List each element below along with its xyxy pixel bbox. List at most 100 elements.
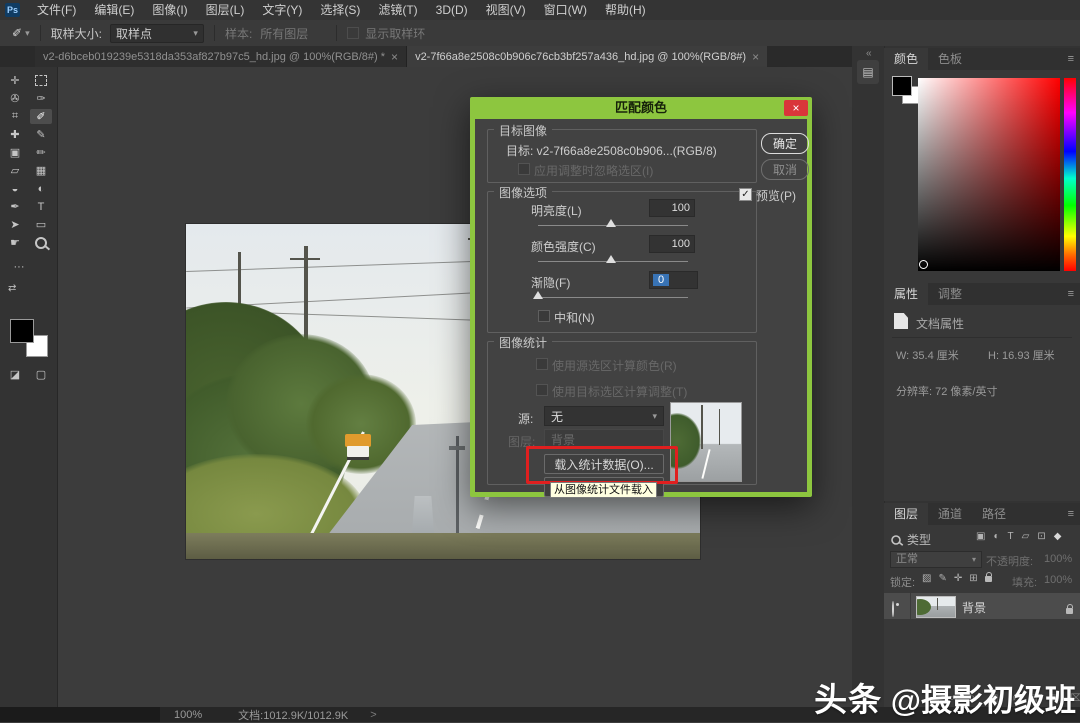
brush-tool[interactable]: ✎ — [30, 127, 52, 142]
hue-slider[interactable] — [1064, 78, 1076, 271]
tab-layers[interactable]: 图层 — [884, 503, 928, 525]
color-intensity-value-field[interactable]: 100 — [649, 235, 695, 253]
layer-visibility-eye-icon[interactable] — [892, 601, 894, 617]
tab-paths[interactable]: 路径 — [972, 503, 1016, 525]
fade-slider-track[interactable] — [538, 297, 688, 298]
menu-item-help[interactable]: 帮助(H) — [596, 0, 655, 20]
filter-smart-object-icon[interactable]: ⊡ — [1037, 531, 1045, 542]
dialog-close-button[interactable]: × — [784, 100, 808, 116]
luminance-value-field[interactable]: 100 — [649, 199, 695, 217]
foreground-color-swatch[interactable] — [10, 319, 34, 343]
lock-all-icon[interactable] — [985, 576, 992, 582]
clone-stamp-tool[interactable]: ▣ — [4, 145, 26, 160]
pole-crossarm — [290, 258, 320, 260]
preview-label: 预览(P) — [756, 187, 796, 204]
status-chevron-icon[interactable]: > — [370, 709, 376, 721]
path-selection-tool[interactable]: ➤ — [4, 217, 26, 232]
edit-toolbar-button[interactable]: ··· — [4, 259, 34, 274]
tab-channels[interactable]: 通道 — [928, 503, 972, 525]
menu-item-select[interactable]: 选择(S) — [311, 0, 369, 20]
menu-item-window[interactable]: 窗口(W) — [535, 0, 596, 20]
sample-size-dropdown[interactable]: 取样点 ▾ — [110, 24, 204, 43]
filter-type-dropdown[interactable]: 类型 — [907, 531, 931, 548]
sample-size-label: 取样大小: — [51, 25, 102, 42]
lock-artboard-icon[interactable]: ⊞ — [969, 573, 977, 584]
fade-slider-thumb[interactable] — [533, 291, 543, 299]
cancel-button[interactable]: 取消 — [761, 159, 809, 180]
menu-item-image[interactable]: 图像(I) — [143, 0, 196, 20]
luminance-slider-thumb[interactable] — [606, 219, 616, 227]
filter-toggle-icon[interactable]: ◆ — [1054, 531, 1062, 542]
menu-item-file[interactable]: 文件(F) — [28, 0, 85, 20]
menu-item-edit[interactable]: 编辑(E) — [85, 0, 143, 20]
panel-menu-icon[interactable]: ≡ — [1068, 508, 1074, 520]
lasso-tool[interactable]: ✇ — [4, 91, 26, 106]
zoom-level[interactable]: 100% — [174, 709, 202, 721]
hand-tool[interactable]: ☛ — [4, 235, 26, 250]
collapse-dock-icon[interactable]: « — [866, 48, 872, 59]
neutralize-checkbox[interactable] — [538, 310, 550, 322]
thumbnail-pole — [719, 409, 720, 445]
gradient-tool[interactable]: ▦ — [30, 163, 52, 178]
lock-transparent-icon[interactable]: ▨ — [922, 573, 931, 584]
tab-color[interactable]: 颜色 — [884, 48, 928, 70]
filter-adjustment-icon[interactable]: ◐ — [993, 531, 999, 542]
menu-item-type[interactable]: 文字(Y) — [253, 0, 311, 20]
healing-brush-tool[interactable]: ✚ — [4, 127, 26, 142]
screen-mode-button[interactable]: ▢ — [30, 367, 52, 382]
swap-colors-icon[interactable]: ⇄ — [8, 283, 16, 294]
filter-search-icon — [891, 535, 901, 545]
type-tool[interactable]: T — [30, 199, 52, 214]
eyedropper-icon: ✐ — [36, 110, 45, 123]
menu-item-view[interactable]: 视图(V) — [477, 0, 535, 20]
menu-item-3d[interactable]: 3D(D) — [427, 0, 477, 20]
filter-pixel-icon[interactable]: ▣ — [976, 531, 985, 542]
panel-foreground-swatch[interactable] — [892, 76, 912, 96]
ignore-selection-checkbox — [518, 163, 530, 175]
quick-mask-button[interactable]: ◪ — [4, 367, 26, 382]
close-tab-icon[interactable]: × — [752, 51, 759, 63]
layer-thumbnail[interactable] — [916, 596, 956, 618]
menu-item-layer[interactable]: 图层(L) — [197, 0, 254, 20]
source-dropdown[interactable]: 无 ▾ — [544, 406, 664, 426]
layer-filter-row: 类型 — [890, 531, 931, 548]
crop-tool[interactable]: ⌗ — [4, 109, 26, 124]
quick-selection-tool[interactable]: ✑ — [30, 91, 52, 106]
document-tab-1[interactable]: v2-d6bceb019239e5318da353af827b97c5_hd.j… — [35, 46, 407, 67]
close-tab-icon[interactable]: × — [391, 51, 398, 63]
move-tool[interactable]: ✛ — [4, 73, 26, 88]
filter-shape-icon[interactable]: ▱ — [1022, 531, 1030, 542]
watermark: 头条 @摄影初级班 — [814, 673, 1076, 721]
eyedropper-tool-icon[interactable]: ✐ — [12, 26, 22, 40]
eraser-tool[interactable]: ▱ — [4, 163, 26, 178]
document-tab-2-active[interactable]: v2-7f66a8e2508c0b906c76cb3bf257a436_hd.j… — [407, 46, 767, 67]
dodge-tool[interactable]: ◐ — [30, 181, 52, 196]
tab-properties[interactable]: 属性 — [884, 283, 928, 305]
eyedropper-tool-active[interactable]: ✐ — [30, 109, 52, 124]
collapsed-panel-icon[interactable]: ▤ — [857, 60, 879, 84]
tab-adjustments[interactable]: 调整 — [928, 283, 972, 305]
panel-menu-icon[interactable]: ≡ — [1068, 288, 1074, 300]
color-saturation-brightness-field[interactable] — [918, 78, 1060, 271]
marquee-tool[interactable] — [30, 73, 52, 88]
layer-row-background[interactable]: 背景 — [884, 593, 1080, 619]
menu-item-filter[interactable]: 滤镜(T) — [369, 0, 426, 20]
tool-preset-caret-icon[interactable]: ▾ — [25, 28, 30, 39]
history-brush-tool[interactable]: ✏ — [30, 145, 52, 160]
fade-value-field[interactable]: 0 — [649, 271, 698, 289]
zoom-tool[interactable] — [30, 235, 52, 250]
lock-position-icon[interactable]: ✛ — [954, 573, 962, 584]
target-image-group: 目标图像 目标: v2-7f66a8e2508c0b906...(RGB/8) … — [487, 129, 757, 183]
tab-swatches[interactable]: 色板 — [928, 48, 972, 70]
color-intensity-slider-thumb[interactable] — [606, 255, 616, 263]
blur-tool[interactable]: ◒ — [4, 181, 26, 196]
lock-paint-icon[interactable]: ✎ — [938, 573, 946, 584]
preview-checkbox[interactable]: ✓ — [739, 188, 752, 201]
thumbnail-pole — [701, 405, 703, 449]
shape-tool[interactable]: ▭ — [30, 217, 52, 232]
ok-button[interactable]: 确定 — [761, 133, 809, 154]
filter-type-icon[interactable]: T — [1008, 531, 1014, 542]
pen-tool[interactable]: ✒ — [4, 199, 26, 214]
panel-menu-icon[interactable]: ≡ — [1068, 53, 1074, 65]
divider — [214, 25, 215, 41]
